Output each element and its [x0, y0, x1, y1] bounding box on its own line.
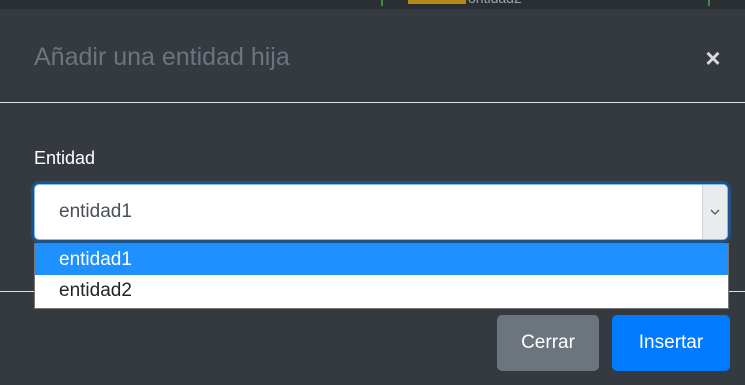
footer-divider [0, 291, 34, 292]
select-arrow-button[interactable] [702, 185, 727, 239]
footer-divider [728, 291, 745, 292]
entity-select[interactable]: entidad1 [34, 184, 728, 240]
entity-select-value: entidad1 [59, 201, 132, 222]
close-icon[interactable]: × [700, 45, 726, 71]
background-text-fragment: ontidad2 [468, 0, 522, 5]
dropdown-option-entidad1[interactable]: entidad1 [35, 244, 728, 275]
background-tick [381, 0, 383, 6]
background-tick [708, 0, 710, 6]
modal-title: Añadir una entidad hija [34, 43, 290, 71]
entity-options-dropdown: entidad1 entidad2 [34, 243, 729, 309]
cerrar-button[interactable]: Cerrar [497, 315, 599, 371]
chevron-down-icon [710, 209, 720, 215]
add-child-entity-modal: Añadir una entidad hija × Entidad entida… [0, 9, 745, 385]
background-accent-bar [408, 0, 466, 4]
dropdown-option-entidad2[interactable]: entidad2 [35, 275, 728, 306]
background-page-fragment: ontidad2 [0, 0, 745, 9]
insertar-button[interactable]: Insertar [612, 315, 730, 371]
entity-field-label: Entidad [34, 148, 96, 168]
modal-header: Añadir una entidad hija × [0, 9, 745, 103]
